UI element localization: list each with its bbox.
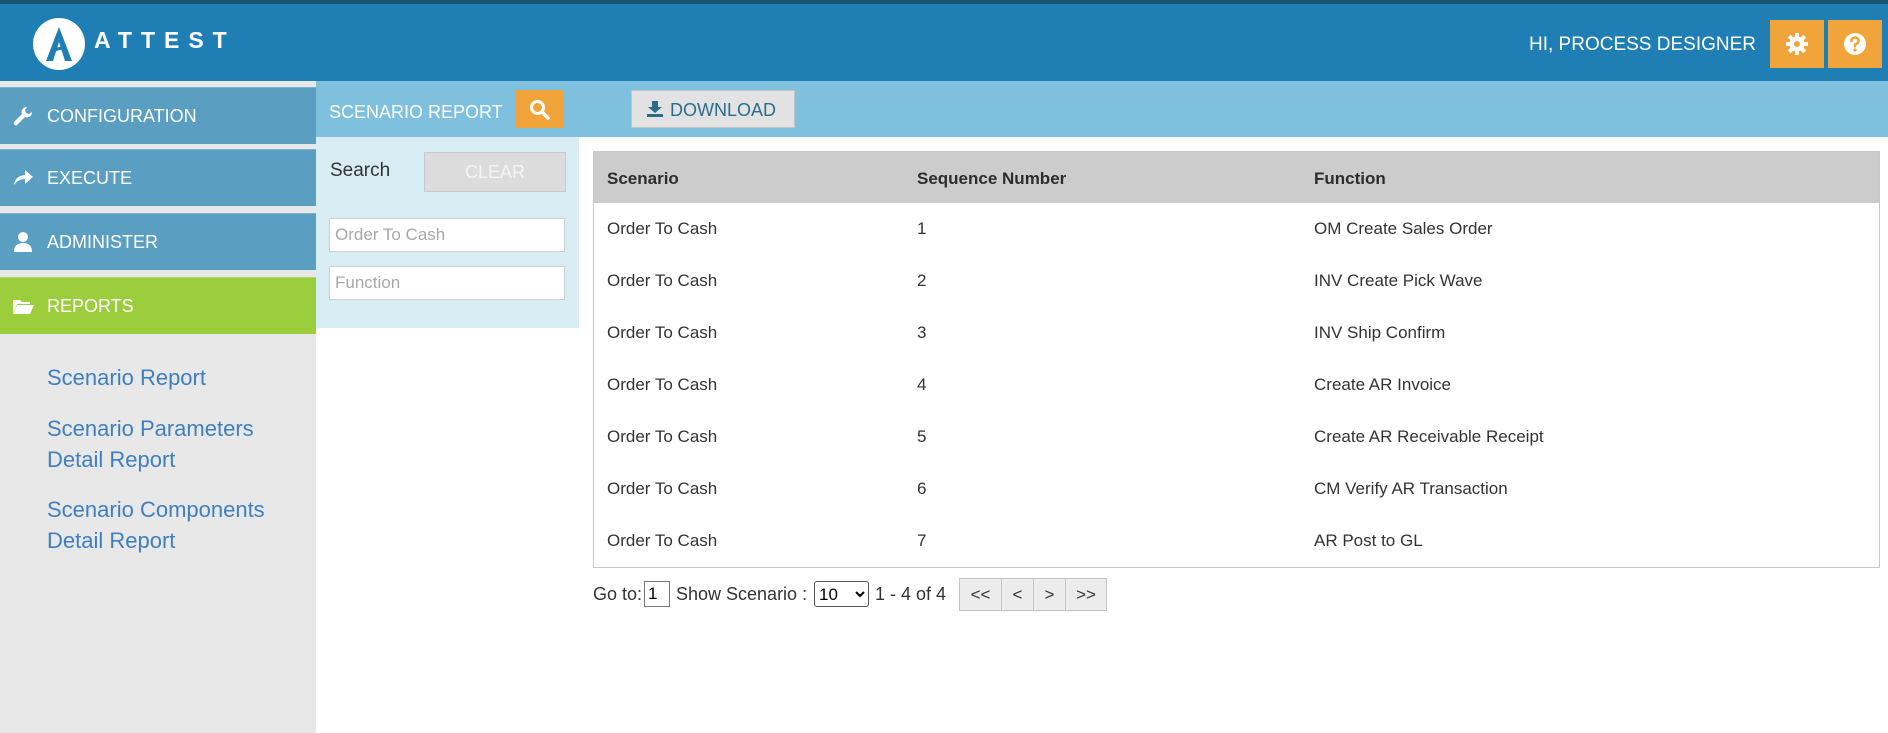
- cell-function: OM Create Sales Order: [1314, 219, 1493, 238]
- nav-configuration[interactable]: CONFIGURATION: [0, 87, 316, 144]
- table-row[interactable]: Order To Cash 3 INV Ship Confirm: [594, 307, 1879, 359]
- search-icon: [530, 100, 550, 120]
- last-page-button[interactable]: >>: [1065, 578, 1107, 611]
- logo-a-icon: [46, 27, 72, 61]
- cell-sequence-number: 6: [917, 479, 927, 498]
- download-label: DOWNLOAD: [670, 100, 777, 120]
- table-header: Scenario Sequence Number Function: [594, 152, 1879, 203]
- scenario-filter-input[interactable]: [329, 218, 565, 252]
- download-icon: [647, 101, 663, 117]
- attest-logo: [33, 18, 85, 70]
- cell-function: INV Ship Confirm: [1314, 323, 1446, 342]
- cell-function: Create AR Invoice: [1314, 375, 1452, 394]
- column-header-function[interactable]: Function: [1314, 169, 1386, 189]
- clear-button[interactable]: CLEAR: [424, 152, 566, 192]
- search-label: Search: [330, 160, 391, 181]
- cell-scenario: Order To Cash: [607, 219, 718, 238]
- results-table: Scenario Sequence Number Function Order …: [593, 151, 1880, 568]
- brand-name: ATTEST: [94, 27, 236, 53]
- link-scenario-report[interactable]: Scenario Report: [47, 362, 307, 393]
- cell-scenario: Order To Cash: [607, 375, 718, 394]
- link-scenario-components-detail-report[interactable]: Scenario Components Detail Report: [47, 494, 307, 556]
- nav-label: CONFIGURATION: [47, 106, 197, 126]
- cell-function: CM Verify AR Transaction: [1314, 479, 1508, 498]
- sidebar: CONFIGURATION EXECUTE ADMINISTER REPORTS…: [0, 81, 316, 733]
- help-button[interactable]: [1828, 20, 1882, 68]
- app-header: ATTEST HI, PROCESS DESIGNER: [0, 4, 1888, 81]
- nav-label: REPORTS: [47, 296, 134, 316]
- filter-panel: Search CLEAR: [316, 137, 579, 328]
- table-row[interactable]: Order To Cash 6 CM Verify AR Transaction: [594, 463, 1879, 515]
- cell-scenario: Order To Cash: [607, 271, 718, 290]
- column-header-scenario[interactable]: Scenario: [607, 169, 679, 189]
- table-row[interactable]: Order To Cash 4 Create AR Invoice: [594, 359, 1879, 411]
- nav-reports[interactable]: REPORTS: [0, 277, 316, 334]
- cell-sequence-number: 1: [917, 219, 927, 238]
- download-button[interactable]: DOWNLOAD: [631, 90, 795, 128]
- cell-scenario: Order To Cash: [607, 531, 718, 550]
- cell-sequence-number: 2: [917, 271, 927, 290]
- table-row[interactable]: Order To Cash 1 OM Create Sales Order: [594, 203, 1879, 255]
- page-size-select[interactable]: 10: [814, 581, 869, 607]
- cell-sequence-number: 7: [917, 531, 927, 550]
- nav-label: ADMINISTER: [47, 232, 159, 252]
- goto-label: Go to:: [593, 584, 643, 604]
- table-row[interactable]: Order To Cash 2 INV Create Pick Wave: [594, 255, 1879, 307]
- report-toolbar: SCENARIO REPORT DOWNLOAD: [316, 81, 1888, 137]
- column-header-sequence-number[interactable]: Sequence Number: [917, 169, 1066, 189]
- cell-scenario: Order To Cash: [607, 479, 718, 498]
- nav-execute[interactable]: EXECUTE: [0, 149, 316, 206]
- cell-function: Create AR Receivable Receipt: [1314, 427, 1544, 446]
- nav-label: EXECUTE: [47, 168, 133, 188]
- folder-open-icon: [13, 300, 34, 314]
- cell-sequence-number: 3: [917, 323, 927, 342]
- cell-scenario: Order To Cash: [607, 427, 718, 446]
- link-scenario-parameters-detail-report[interactable]: Scenario Parameters Detail Report: [47, 413, 307, 475]
- goto-page-input[interactable]: [644, 581, 670, 607]
- page-size-label: Show Scenario :: [676, 584, 808, 604]
- cell-function: INV Create Pick Wave: [1314, 271, 1483, 290]
- cell-function: AR Post to GL: [1314, 531, 1423, 550]
- next-page-button[interactable]: >: [1033, 578, 1066, 611]
- table-row[interactable]: Order To Cash 7 AR Post to GL: [594, 515, 1879, 567]
- settings-button[interactable]: [1770, 20, 1824, 68]
- cell-sequence-number: 4: [917, 375, 927, 394]
- table-row[interactable]: Order To Cash 5 Create AR Receivable Rec…: [594, 411, 1879, 463]
- gear-icon: [1786, 33, 1808, 55]
- wrench-icon: [13, 106, 33, 126]
- share-arrow-icon: [14, 170, 33, 185]
- search-button[interactable]: [516, 90, 563, 128]
- user-greeting: HI, PROCESS DESIGNER: [1529, 34, 1756, 55]
- cell-scenario: Order To Cash: [607, 323, 718, 342]
- nav-administer[interactable]: ADMINISTER: [0, 213, 316, 270]
- prev-page-button[interactable]: <: [1001, 578, 1034, 611]
- help-icon: [1844, 33, 1866, 55]
- cell-sequence-number: 5: [917, 427, 927, 446]
- first-page-button[interactable]: <<: [959, 578, 1002, 611]
- record-range: 1 - 4 of 4: [875, 584, 947, 604]
- user-icon: [14, 232, 32, 252]
- function-filter-input[interactable]: [329, 266, 565, 300]
- report-title: SCENARIO REPORT: [329, 102, 503, 122]
